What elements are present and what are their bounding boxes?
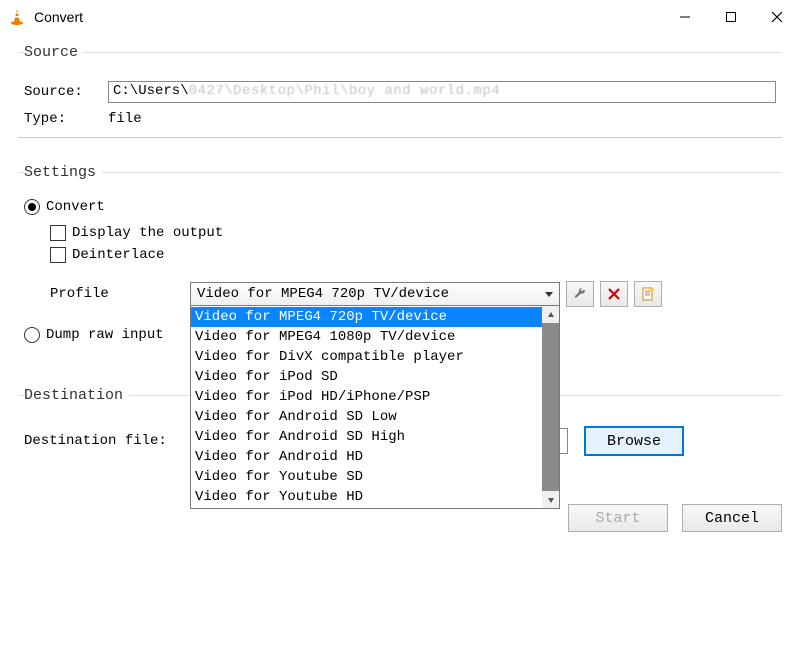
dump-radio[interactable] (24, 327, 40, 343)
source-value-blurred: 0427\Desktop\Phil\boy and world.mp4 (189, 83, 501, 99)
vlc-cone-icon (8, 8, 26, 26)
source-legend: Source (24, 44, 84, 61)
window-title: Convert (34, 9, 662, 25)
maximize-button[interactable] (708, 0, 754, 34)
source-value-prefix: C:\Users\ (113, 83, 189, 99)
delete-profile-button[interactable] (600, 281, 628, 307)
new-profile-button[interactable] (634, 281, 662, 307)
x-icon (608, 288, 620, 300)
type-value: file (108, 111, 142, 127)
profile-select[interactable]: Video for MPEG4 720p TV/device (190, 282, 560, 306)
display-output-checkbox[interactable] (50, 225, 66, 241)
wrench-icon (573, 287, 587, 301)
chevron-down-icon (545, 292, 553, 297)
convert-radio-row[interactable]: Convert (24, 199, 776, 215)
browse-button[interactable]: Browse (584, 426, 684, 456)
source-input[interactable]: C:\Users\0427\Desktop\Phil\boy and world… (108, 81, 776, 103)
start-button[interactable]: Start (568, 504, 668, 532)
display-output-label: Display the output (72, 225, 223, 241)
destination-file-label: Destination file: (24, 433, 202, 449)
settings-fieldset: Settings Convert Display the output Dein… (18, 164, 782, 371)
dropdown-scrollbar[interactable] (542, 306, 559, 508)
profile-option[interactable]: Video for Android SD High (191, 427, 542, 447)
profile-option[interactable]: Video for MPEG4 720p TV/device (191, 307, 542, 327)
profile-option[interactable]: Video for MPEG4 1080p TV/device (191, 327, 542, 347)
close-button[interactable] (754, 0, 800, 34)
profile-option[interactable]: Video for Youtube SD (191, 467, 542, 487)
scroll-up-icon[interactable] (542, 306, 559, 323)
scroll-down-icon[interactable] (542, 491, 559, 508)
profile-option[interactable]: Video for Youtube HD (191, 487, 542, 507)
dump-radio-label: Dump raw input (46, 327, 164, 343)
source-label: Source: (24, 84, 108, 100)
type-label: Type: (24, 111, 108, 127)
deinterlace-row[interactable]: Deinterlace (50, 247, 776, 263)
titlebar: Convert (0, 0, 800, 34)
source-fieldset: Source Source: C:\Users\0427\Desktop\Phi… (18, 44, 782, 148)
convert-radio[interactable] (24, 199, 40, 215)
settings-legend: Settings (24, 164, 102, 181)
profile-option[interactable]: Video for iPod HD/iPhone/PSP (191, 387, 542, 407)
deinterlace-label: Deinterlace (72, 247, 164, 263)
deinterlace-checkbox[interactable] (50, 247, 66, 263)
profile-dropdown: Video for MPEG4 720p TV/deviceVideo for … (190, 305, 560, 509)
destination-legend: Destination (24, 387, 129, 404)
convert-radio-label: Convert (46, 199, 105, 215)
profile-option[interactable]: Video for iPod SD (191, 367, 542, 387)
new-page-icon (641, 287, 655, 301)
minimize-button[interactable] (662, 0, 708, 34)
display-output-row[interactable]: Display the output (50, 225, 776, 241)
profile-option[interactable]: Video for DivX compatible player (191, 347, 542, 367)
profile-option[interactable]: Video for Android HD (191, 447, 542, 467)
profile-selected-text: Video for MPEG4 720p TV/device (197, 286, 545, 302)
edit-profile-button[interactable] (566, 281, 594, 307)
cancel-button[interactable]: Cancel (682, 504, 782, 532)
profile-option[interactable]: Video for Android SD Low (191, 407, 542, 427)
profile-label: Profile (50, 286, 190, 302)
scroll-thumb[interactable] (542, 323, 559, 491)
